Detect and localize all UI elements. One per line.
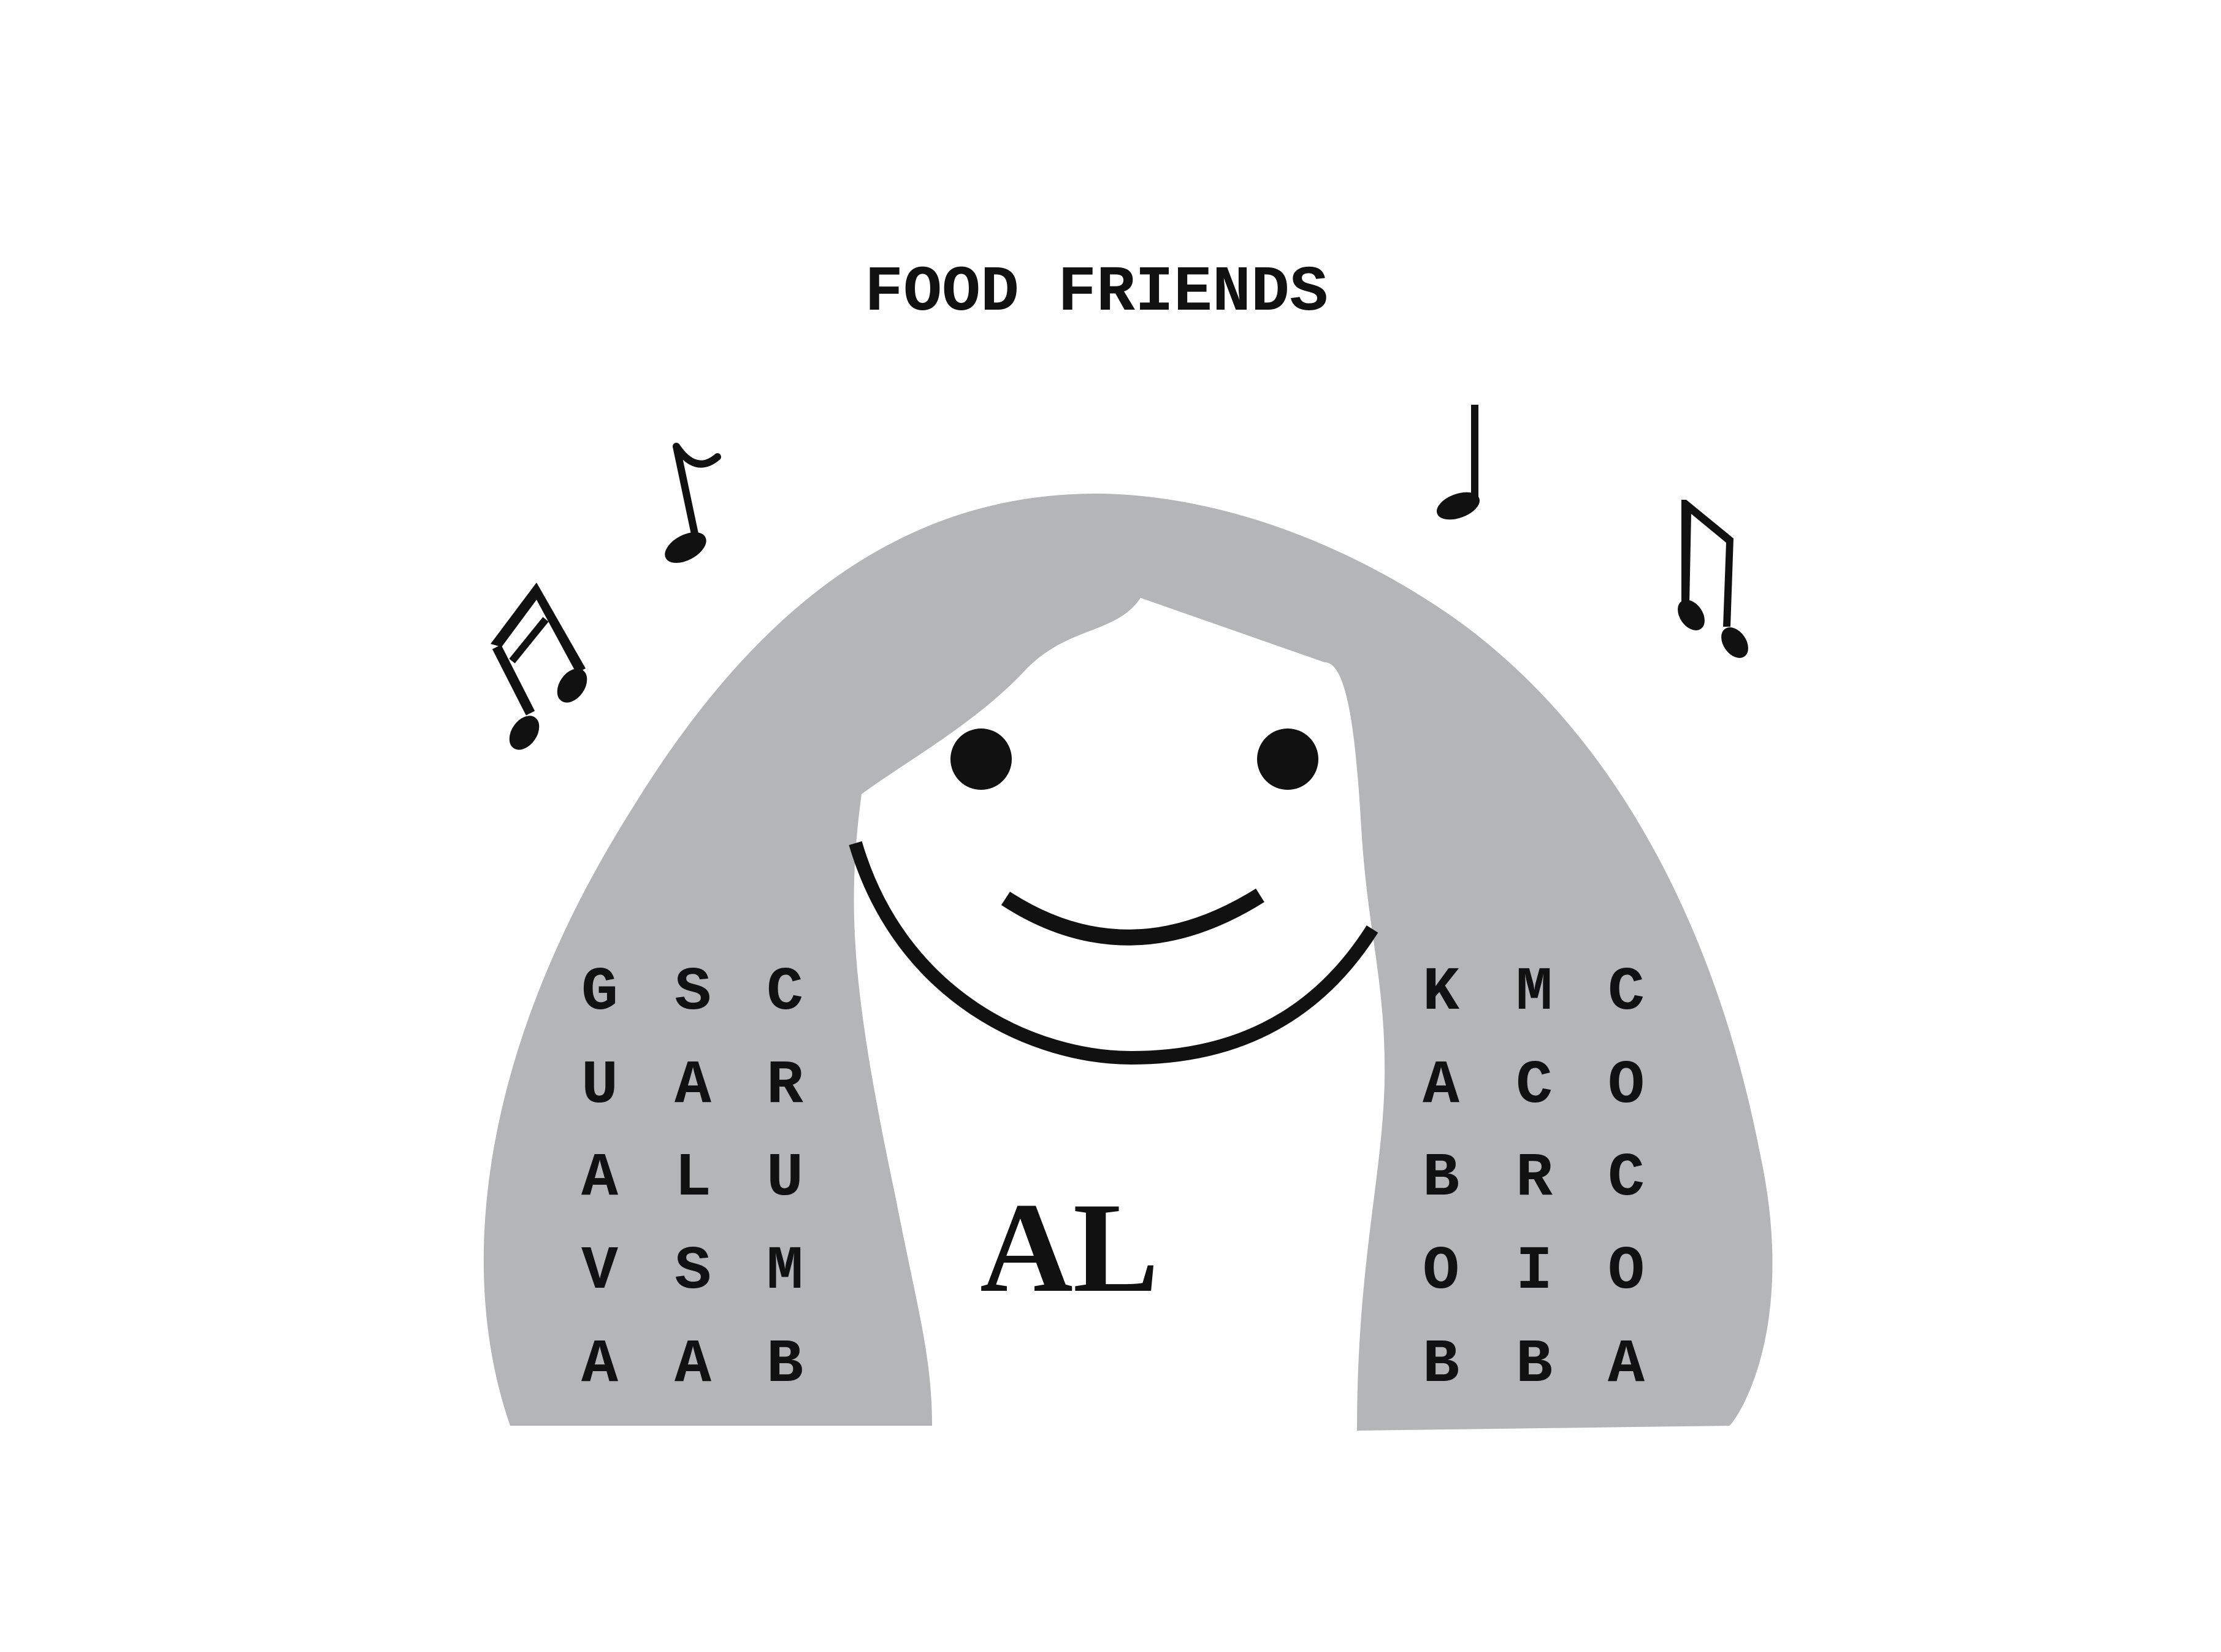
grid-letter: R bbox=[1516, 1144, 1553, 1214]
right-letter-grid: K M CA C OB R CO I OB B A bbox=[1423, 958, 1645, 1400]
left-letter-grid: G S CU A RA L UV S MA A B bbox=[581, 958, 803, 1400]
chin-line bbox=[849, 841, 1378, 1065]
smile bbox=[1001, 888, 1264, 946]
eighth-note-icon bbox=[665, 443, 721, 563]
grid-letter: M bbox=[1516, 958, 1553, 1028]
food-friends-illustration: FOOD FRIENDS AL G S CU A RA L UV S MA A B K M CA C OB R… bbox=[483, 256, 1773, 1431]
grid-letter: A bbox=[675, 1052, 712, 1121]
right-eye bbox=[1257, 728, 1318, 790]
grid-letter: C bbox=[766, 958, 803, 1028]
grid-letter: G bbox=[581, 958, 618, 1028]
grid-letter: L bbox=[675, 1144, 711, 1214]
left-eye bbox=[950, 728, 1012, 790]
quarter-note-icon bbox=[1437, 405, 1480, 520]
beamed-eighth-notes-icon bbox=[1678, 500, 1748, 658]
grid-letter: B bbox=[1423, 1144, 1459, 1214]
page-title: FOOD FRIENDS bbox=[865, 256, 1328, 329]
grid-letter: U bbox=[581, 1052, 618, 1121]
grid-letter: R bbox=[766, 1052, 803, 1121]
grid-letter: V bbox=[581, 1237, 618, 1307]
grid-letter: C bbox=[1608, 958, 1645, 1028]
grid-letter: O bbox=[1608, 1052, 1645, 1121]
grid-letter: A bbox=[1608, 1331, 1645, 1400]
grid-letter: O bbox=[1608, 1237, 1645, 1307]
grid-letter: A bbox=[1423, 1052, 1460, 1121]
grid-letter: S bbox=[675, 1237, 711, 1307]
grid-letter: O bbox=[1423, 1237, 1459, 1307]
grid-letter: M bbox=[766, 1237, 803, 1307]
character-name: AL bbox=[980, 1177, 1159, 1319]
grid-letter: B bbox=[1423, 1331, 1459, 1400]
grid-letter: K bbox=[1423, 958, 1460, 1028]
grid-letter: C bbox=[1608, 1144, 1645, 1214]
grid-letter: I bbox=[1516, 1237, 1553, 1307]
grid-letter: A bbox=[581, 1144, 619, 1214]
grid-letter: B bbox=[1516, 1331, 1553, 1400]
beamed-eighth-notes-icon bbox=[491, 583, 587, 750]
grid-letter: A bbox=[675, 1331, 712, 1400]
grid-letter: S bbox=[675, 958, 711, 1028]
grid-letter: A bbox=[581, 1331, 619, 1400]
grid-letter: C bbox=[1516, 1052, 1553, 1121]
grid-letter: B bbox=[766, 1331, 803, 1400]
grid-letter: U bbox=[766, 1144, 803, 1214]
